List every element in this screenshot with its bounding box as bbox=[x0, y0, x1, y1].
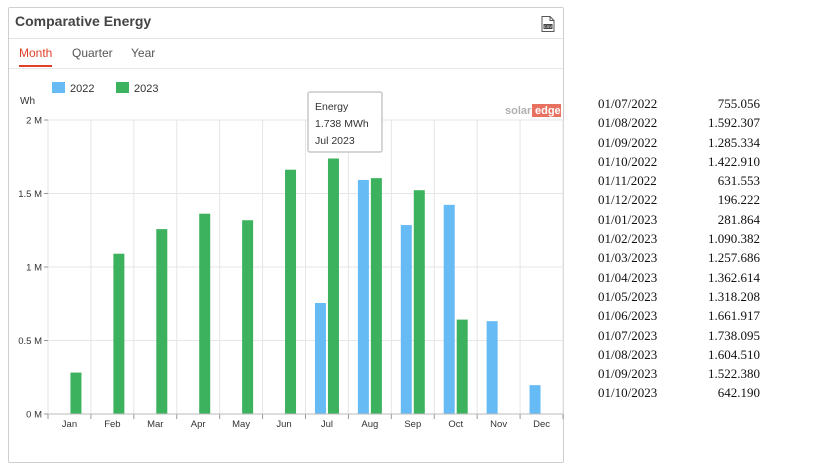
bar-2023-jan[interactable] bbox=[70, 372, 82, 414]
table-value: 1.522.380 bbox=[708, 366, 760, 382]
table-date: 01/10/2023 bbox=[598, 385, 658, 401]
table-row: 01/09/2022 1.285.334 bbox=[590, 135, 760, 154]
table-row: 01/01/2023 281.864 bbox=[590, 212, 760, 231]
tooltip-value: 1.738 MWh bbox=[315, 118, 369, 130]
y-tick-label: 0 M bbox=[26, 410, 42, 421]
table-row: 01/10/2022 1.422.910 bbox=[590, 154, 760, 173]
bar-2023-oct[interactable] bbox=[456, 319, 468, 414]
brand-text-edge: edge bbox=[535, 105, 561, 117]
x-tick-label: Jan bbox=[62, 419, 77, 430]
table-value: 1.422.910 bbox=[708, 153, 760, 169]
table-value: 281.864 bbox=[717, 211, 760, 227]
bar-2022-aug[interactable] bbox=[357, 179, 369, 414]
table-row: 01/08/2023 1.604.510 bbox=[590, 347, 760, 366]
table-row: 01/06/2023 1.661.917 bbox=[590, 308, 760, 327]
table-value: 1.738.095 bbox=[708, 327, 760, 343]
bar-2023-may[interactable] bbox=[242, 220, 254, 414]
table-date: 01/06/2023 bbox=[598, 308, 658, 324]
y-tick-label: 0.5 M bbox=[18, 336, 42, 347]
table-value: 1.257.686 bbox=[708, 250, 760, 266]
table-row: 01/11/2022 631.553 bbox=[590, 173, 760, 192]
x-tick-label: Apr bbox=[191, 419, 206, 430]
y-tick-label: 2 M bbox=[26, 116, 42, 127]
table-date: 01/02/2023 bbox=[598, 231, 658, 247]
table-value: 1.318.208 bbox=[708, 288, 760, 304]
table-date: 01/08/2022 bbox=[598, 115, 658, 131]
table-value: 1.661.917 bbox=[708, 308, 760, 324]
bar-2022-oct[interactable] bbox=[443, 204, 455, 414]
table-date: 01/07/2023 bbox=[598, 327, 658, 343]
bar-2023-sep[interactable] bbox=[413, 190, 425, 414]
table-row: 01/03/2023 1.257.686 bbox=[590, 250, 760, 269]
table-row: 01/08/2022 1.592.307 bbox=[590, 115, 760, 134]
tooltip-date: Jul 2023 bbox=[315, 135, 355, 147]
table-value: 1.362.614 bbox=[708, 269, 760, 285]
table-date: 01/11/2022 bbox=[598, 173, 657, 189]
chart-tooltip: Energy 1.738 MWh Jul 2023 bbox=[307, 91, 383, 153]
x-tick-label: Mar bbox=[147, 419, 163, 430]
x-tick-label: Oct bbox=[448, 419, 463, 430]
table-row: 01/09/2023 1.522.380 bbox=[590, 366, 760, 385]
energy-data-table: 01/07/2022 755.056 01/08/2022 1.592.307 01/0… bbox=[590, 96, 760, 405]
table-row: 01/12/2022 196.222 bbox=[590, 192, 760, 211]
table-row: 01/10/2023 642.190 bbox=[590, 385, 760, 404]
y-tick-label: 1 M bbox=[26, 263, 42, 274]
table-date: 01/01/2023 bbox=[598, 211, 658, 227]
table-row: 01/05/2023 1.318.208 bbox=[590, 289, 760, 308]
table-value: 631.553 bbox=[717, 173, 760, 189]
legend-label-2023[interactable]: 2023 bbox=[134, 83, 158, 95]
tooltip-series-name: Energy bbox=[315, 101, 349, 113]
brand-text-solar: solar bbox=[505, 105, 532, 117]
table-value: 755.056 bbox=[717, 96, 760, 111]
y-tick-label: 1.5 M bbox=[18, 189, 42, 200]
table-value: 1.592.307 bbox=[708, 115, 760, 131]
table-date: 01/04/2023 bbox=[598, 269, 658, 285]
x-tick-label: Dec bbox=[533, 419, 550, 430]
bar-2022-sep[interactable] bbox=[400, 225, 412, 414]
bar-2023-feb[interactable] bbox=[113, 253, 125, 414]
x-tick-label: Jul bbox=[321, 419, 333, 430]
bar-2023-jun[interactable] bbox=[285, 169, 297, 414]
y-axis-label: Wh bbox=[20, 96, 35, 107]
x-tick-label: Aug bbox=[361, 419, 378, 430]
table-row: 01/04/2023 1.362.614 bbox=[590, 270, 760, 289]
x-tick-label: Jun bbox=[276, 419, 291, 430]
table-value: 642.190 bbox=[717, 385, 760, 401]
legend-label-2022[interactable]: 2022 bbox=[70, 83, 94, 95]
table-date: 01/09/2022 bbox=[598, 134, 658, 150]
legend-swatch-2023 bbox=[116, 82, 129, 93]
table-date: 01/03/2023 bbox=[598, 250, 658, 266]
x-tick-label: Nov bbox=[490, 419, 507, 430]
x-tick-label: Feb bbox=[104, 419, 120, 430]
table-value: 1.285.334 bbox=[708, 134, 760, 150]
x-tick-label: May bbox=[232, 419, 250, 430]
bar-2022-dec[interactable] bbox=[529, 385, 541, 414]
table-date: 01/10/2022 bbox=[598, 153, 658, 169]
table-date: 01/12/2022 bbox=[598, 192, 658, 208]
table-value: 1.090.382 bbox=[708, 231, 760, 247]
bar-2023-apr[interactable] bbox=[199, 213, 211, 414]
table-date: 01/05/2023 bbox=[598, 288, 658, 304]
table-row: 01/07/2022 755.056 bbox=[590, 96, 760, 115]
bar-2023-mar[interactable] bbox=[156, 229, 168, 414]
table-date: 01/09/2023 bbox=[598, 366, 658, 382]
table-value: 1.604.510 bbox=[708, 346, 760, 362]
table-date: 01/08/2023 bbox=[598, 346, 658, 362]
solaredge-logo: solar edge bbox=[505, 104, 561, 117]
chart-legend: 2022 2023 bbox=[52, 82, 158, 95]
table-date: 01/07/2022 bbox=[598, 96, 658, 111]
bar-2022-nov[interactable] bbox=[486, 321, 498, 414]
table-value: 196.222 bbox=[717, 192, 760, 208]
table-row: 01/07/2023 1.738.095 bbox=[590, 328, 760, 347]
bar-2022-jul[interactable] bbox=[314, 303, 326, 414]
x-tick-label: Sep bbox=[404, 419, 421, 430]
bar-2023-aug[interactable] bbox=[370, 178, 382, 414]
table-row: 01/02/2023 1.090.382 bbox=[590, 231, 760, 250]
bar-2023-jul[interactable] bbox=[327, 158, 339, 414]
legend-swatch-2022 bbox=[52, 82, 65, 93]
